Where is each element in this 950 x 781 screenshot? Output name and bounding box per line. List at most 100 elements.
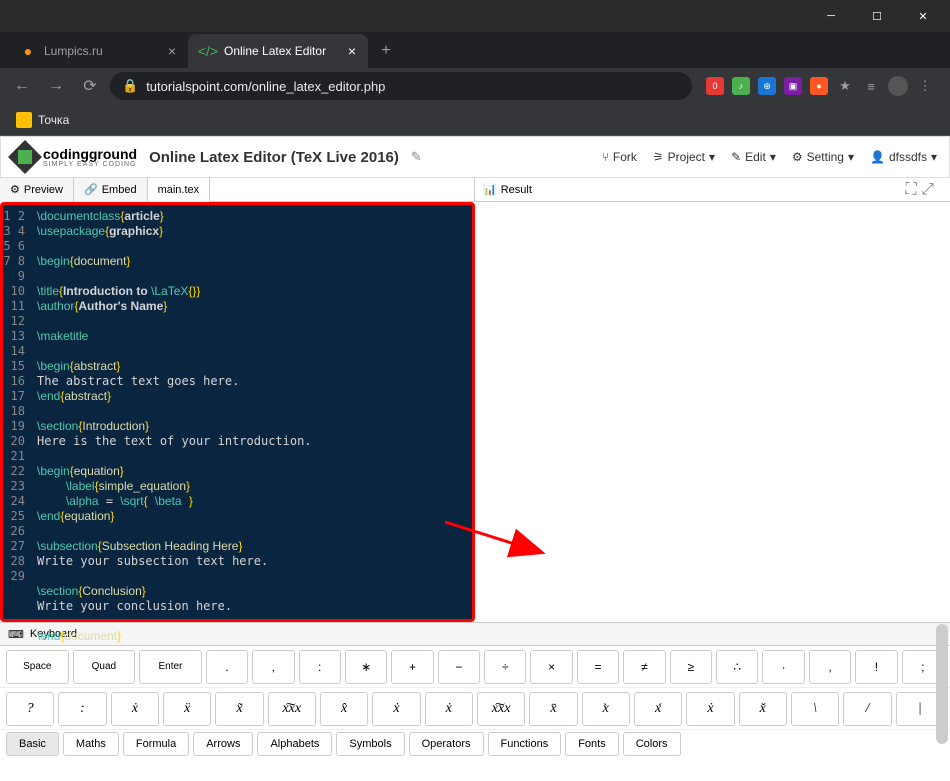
kb-tab[interactable]: Arrows (193, 732, 253, 756)
key[interactable]: x̀ (582, 692, 630, 726)
menu-icon[interactable]: ⋮ (916, 77, 934, 95)
maximize-button[interactable]: ☐ (854, 0, 900, 32)
key[interactable]: ∗ (345, 650, 387, 684)
key[interactable]: ∴ (716, 650, 758, 684)
edit-icon[interactable]: ✎ (411, 149, 422, 165)
editor-area: 1 2 3 4 5 6 7 8 9 10 11 12 13 14 15 16 1… (0, 202, 950, 622)
key[interactable]: + (391, 650, 433, 684)
key[interactable]: x͠xx (477, 692, 525, 726)
extensions: 0 ♪ ⊕ ▣ ● ★ ≡ ⋮ (698, 76, 942, 96)
bookmarks-bar: Точка (0, 104, 950, 136)
browser-tab-editor[interactable]: </> Online Latex Editor × (188, 34, 368, 68)
key[interactable]: , (252, 650, 294, 684)
new-tab-button[interactable]: + (372, 37, 400, 65)
tab-label: Lumpics.ru (44, 44, 103, 58)
key[interactable]: ẋ (686, 692, 734, 726)
avatar-icon[interactable] (888, 76, 908, 96)
key[interactable]: ≠ (623, 650, 665, 684)
browser-tab-lumpics[interactable]: ● Lumpics.ru × (8, 34, 188, 68)
url-field[interactable]: 🔒 tutorialspoint.com/online_latex_editor… (110, 72, 692, 100)
kb-tab[interactable]: Operators (409, 732, 484, 756)
setting-menu[interactable]: ⚙Setting▾ (792, 150, 854, 164)
kb-tab[interactable]: Fonts (565, 732, 619, 756)
key[interactable]: = (577, 650, 619, 684)
close-icon[interactable]: × (168, 43, 176, 59)
key[interactable]: \ (791, 692, 839, 726)
forward-button[interactable]: → (42, 72, 70, 100)
key[interactable]: Quad (73, 650, 136, 684)
user-menu[interactable]: 👤dfssdfs▾ (870, 150, 937, 164)
header-actions: ⑂Fork ⚞Project▾ ✎Edit▾ ⚙Setting▾ 👤dfssdf… (602, 150, 937, 164)
key[interactable]: Space (6, 650, 69, 684)
keyboard-row-1: SpaceQuadEnter.,:∗+−÷×=≠≥∴·,!; (0, 646, 950, 688)
key[interactable]: ≥ (670, 650, 712, 684)
ext-icon[interactable]: ★ (836, 77, 854, 95)
key[interactable]: x̃ (215, 692, 263, 726)
code-editor[interactable]: 1 2 3 4 5 6 7 8 9 10 11 12 13 14 15 16 1… (0, 202, 475, 622)
bookmark-item[interactable]: Точка (38, 113, 69, 127)
key[interactable]: x̂ (320, 692, 368, 726)
key[interactable]: ẋ (372, 692, 420, 726)
url-text: tutorialspoint.com/online_latex_editor.p… (146, 79, 385, 94)
result-label: Result (501, 184, 532, 196)
tab-file[interactable]: main.tex (148, 178, 211, 202)
kb-tab[interactable]: Maths (63, 732, 119, 756)
key[interactable]: ẋ (111, 692, 159, 726)
code-content[interactable]: \documentclass{article} \usepackage{grap… (31, 205, 472, 648)
favicon-icon: ● (20, 43, 36, 59)
edit-menu[interactable]: ✎Edit▾ (731, 150, 776, 164)
key[interactable]: . (206, 650, 248, 684)
key[interactable]: ẋ (425, 692, 473, 726)
ext-icon[interactable]: ● (810, 77, 828, 95)
chevron-down-icon: ▾ (709, 150, 715, 164)
app-header: codingground SIMPLY EASY CODING Online L… (0, 136, 950, 178)
kb-tab[interactable]: Formula (123, 732, 189, 756)
pencil-icon: ✎ (731, 150, 741, 164)
chart-icon: 📊 (483, 183, 497, 196)
kb-tab[interactable]: Basic (6, 732, 59, 756)
fork-button[interactable]: ⑂Fork (602, 150, 637, 164)
lock-icon: 🔒 (122, 78, 138, 94)
kb-tab[interactable]: Functions (488, 732, 562, 756)
fullscreen-button[interactable]: ⛶ ⤢ (898, 181, 942, 199)
key[interactable]: ẍ (163, 692, 211, 726)
close-button[interactable]: ✕ (900, 0, 946, 32)
favicon-icon: </> (200, 43, 216, 59)
ext-icon[interactable]: ♪ (732, 77, 750, 95)
kb-tab[interactable]: Alphabets (257, 732, 332, 756)
key[interactable]: x̌ (739, 692, 787, 726)
back-button[interactable]: ← (8, 72, 36, 100)
key[interactable]: , (809, 650, 851, 684)
ext-icon[interactable]: ≡ (862, 77, 880, 95)
key[interactable]: ? (6, 692, 54, 726)
key[interactable]: x͠xx (268, 692, 316, 726)
close-icon[interactable]: × (348, 43, 356, 59)
key[interactable]: ÷ (484, 650, 526, 684)
tab-preview[interactable]: ⚙Preview (0, 178, 74, 202)
key[interactable]: x́ (634, 692, 682, 726)
key[interactable]: / (843, 692, 891, 726)
key[interactable]: ! (855, 650, 897, 684)
scrollbar[interactable] (936, 624, 948, 744)
key[interactable]: · (762, 650, 804, 684)
minimize-button[interactable]: ─ (808, 0, 854, 32)
browser-tabstrip: ● Lumpics.ru × </> Online Latex Editor ×… (0, 32, 950, 68)
ext-icon[interactable]: ▣ (784, 77, 802, 95)
kb-tab[interactable]: Colors (623, 732, 681, 756)
window-titlebar: ─ ☐ ✕ (0, 0, 950, 32)
ext-icon[interactable]: 0 (706, 77, 724, 95)
tab-embed[interactable]: 🔗Embed (74, 178, 148, 202)
reload-button[interactable]: ⟳ (76, 72, 104, 100)
kb-tab[interactable]: Symbols (336, 732, 404, 756)
sitemap-icon: ⚞ (653, 150, 664, 164)
key[interactable]: × (530, 650, 572, 684)
logo[interactable]: codingground SIMPLY EASY CODING (13, 145, 137, 169)
key[interactable]: : (58, 692, 106, 726)
key[interactable]: x̄ (529, 692, 577, 726)
project-menu[interactable]: ⚞Project▾ (653, 150, 715, 164)
key[interactable]: : (299, 650, 341, 684)
key[interactable]: − (438, 650, 480, 684)
key[interactable]: Enter (139, 650, 202, 684)
page-title: Online Latex Editor (TeX Live 2016) (149, 149, 399, 166)
ext-icon[interactable]: ⊕ (758, 77, 776, 95)
